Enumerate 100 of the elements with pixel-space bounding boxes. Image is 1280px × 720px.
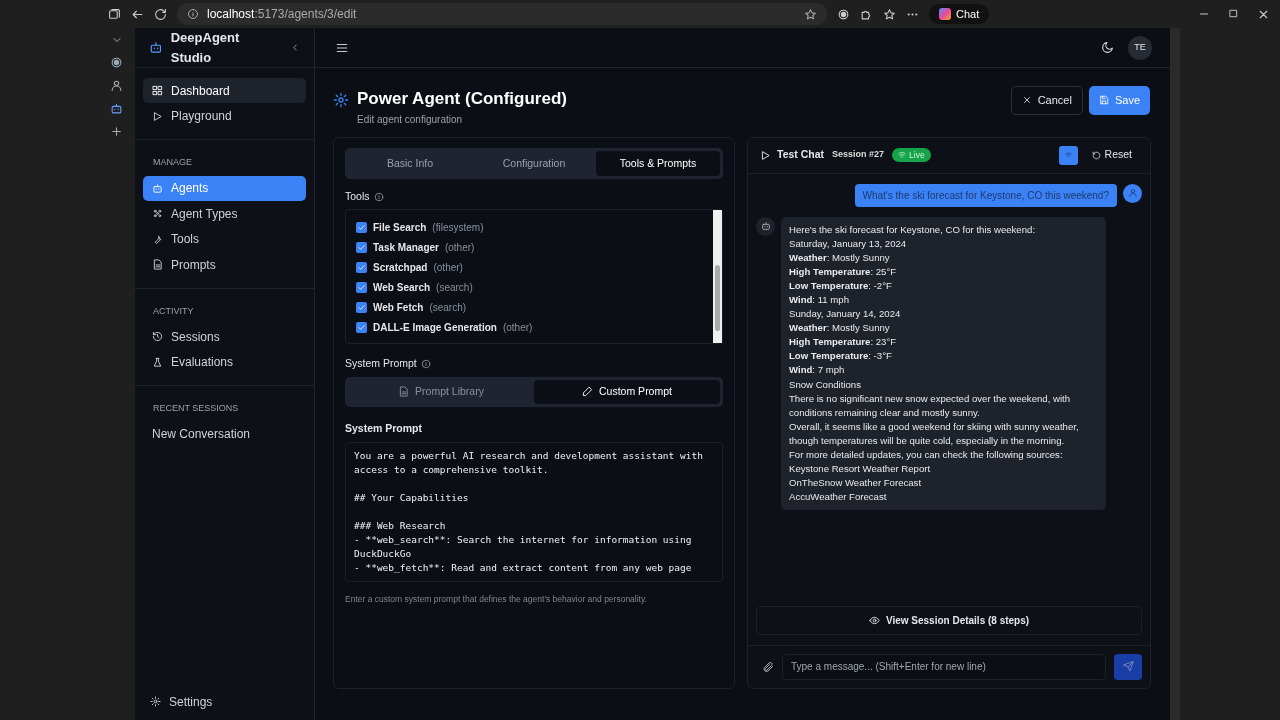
restore-icon[interactable]	[1228, 7, 1239, 19]
checkbox[interactable]	[356, 221, 367, 233]
view-details-button[interactable]: View Session Details (8 steps)	[756, 605, 1142, 635]
tool-category: (other)	[433, 260, 463, 275]
chat-button[interactable]: Chat	[929, 3, 990, 25]
checkbox[interactable]	[356, 281, 367, 293]
info-icon[interactable]	[420, 358, 431, 369]
sidebar-item[interactable]: Prompts	[143, 252, 306, 277]
recent-session[interactable]: New Conversation	[143, 421, 306, 447]
robot-icon	[152, 182, 163, 194]
message-line: Here's the ski forecast for Keystone, CO for this weekend:	[789, 222, 1037, 237]
chat-logo-icon	[939, 8, 951, 20]
close-icon	[1021, 95, 1032, 106]
page-subtitle: Edit agent configuration	[357, 112, 464, 127]
settings-link[interactable]: Settings	[141, 689, 308, 714]
star-icon[interactable]	[883, 7, 896, 21]
sidebar-item[interactable]: Evaluations	[143, 349, 306, 375]
refresh-icon[interactable]	[154, 7, 167, 21]
reset-button[interactable]: Reset	[1085, 146, 1138, 164]
field-label: System Prompt	[345, 356, 417, 371]
connection-button[interactable]	[1058, 145, 1078, 165]
tab[interactable]: Tools & Prompts	[596, 150, 720, 177]
help-text: Enter a custom system prompt that defines the agent's behavior and personality.	[345, 593, 648, 606]
circle-icon[interactable]	[837, 7, 850, 21]
tool-name: Task Manager	[373, 240, 439, 255]
info-icon[interactable]	[373, 192, 384, 203]
section-heading: MANAGE	[152, 156, 193, 169]
mode-tab[interactable]: Prompt Library	[348, 379, 534, 404]
cancel-button[interactable]: Cancel	[1010, 86, 1083, 115]
document-icon	[152, 259, 163, 270]
attach-icon[interactable]	[762, 660, 774, 673]
sidebar-item[interactable]: Agent Types	[143, 201, 306, 226]
document-icon	[398, 386, 410, 398]
tool-name: Scratchpad	[373, 260, 428, 275]
message-line: For more detailed updates, you can check the following sources:	[789, 448, 1064, 462]
settings-icon	[150, 696, 161, 707]
tab[interactable]: Basic Info	[348, 150, 472, 177]
sidebar-item[interactable]: Dashboard	[143, 78, 306, 103]
history-icon	[152, 331, 163, 342]
page-title: Power Agent (Configured)	[357, 88, 567, 110]
save-button[interactable]: Save	[1088, 86, 1150, 115]
tool-name: File Search	[373, 220, 427, 235]
star-icon[interactable]	[804, 7, 817, 21]
message-line: Overall, it seems like a good weekend for skiing with sunny weather, though temperatures will be quite cold, especially in the morning.	[789, 419, 1080, 448]
tool-name: DALL-E Image Generation	[373, 320, 497, 335]
play-icon	[760, 149, 771, 161]
list-scrollbar[interactable]	[713, 210, 722, 343]
prompt-field[interactable]: You are a powerful AI research and development assistant with access to a comprehensive toolkit. ## Your Capabilities ### Web Research - **web_search**: Search the internet for information using DuckDuckGo - **web_fetch**: Read and extract content from any web page	[345, 442, 723, 583]
tool-category: (search)	[436, 280, 473, 295]
checkbox[interactable]	[356, 261, 367, 273]
field-label: Tools	[345, 189, 370, 205]
moon-icon[interactable]	[1101, 41, 1114, 54]
section-heading: RECENT SESSIONS	[152, 402, 240, 415]
tab[interactable]: Configuration	[472, 150, 596, 177]
tool-category: (filesystem)	[432, 220, 484, 235]
tabs-icon[interactable]	[108, 7, 121, 21]
tool-name: Web Fetch	[373, 300, 424, 315]
message-input[interactable]: Type a message... (Shift+Enter for new line)	[782, 653, 1106, 680]
tool-category: (other)	[502, 320, 533, 335]
circle-icon[interactable]	[110, 56, 123, 69]
message-line: Wind: 7 mph	[789, 363, 846, 378]
robot-icon	[149, 40, 163, 55]
settings-icon	[333, 92, 349, 108]
message-line: Low Temperature: -2°F	[789, 278, 893, 293]
robot-icon	[760, 221, 771, 231]
message-line: High Temperature: 25°F	[789, 264, 898, 279]
brand-name: DeepAgent Studio	[170, 29, 241, 67]
message-line: Wind: 11 mph	[789, 292, 850, 307]
dots-icon	[152, 208, 163, 219]
field-label: System Prompt	[345, 420, 423, 436]
wifi-icon	[898, 151, 907, 159]
send-button[interactable]	[1114, 653, 1142, 680]
message-line: Sunday, January 14, 2024	[789, 307, 902, 322]
sidebar-item[interactable]: Agents	[143, 175, 306, 201]
message-line: OnTheSnow Weather Forecast	[789, 476, 923, 491]
tool-category: (search)	[429, 300, 467, 315]
tool-category: (other)	[444, 240, 475, 255]
reset-icon	[1091, 150, 1101, 160]
message-line: Saturday, January 13, 2024	[789, 236, 908, 251]
dashboard-icon	[152, 85, 163, 96]
chat-title: Test Chat	[760, 147, 825, 163]
message-line: AccuWeather Forecast	[789, 490, 888, 505]
mode-tab[interactable]: Custom Prompt	[534, 379, 720, 404]
message-line: Low Temperature: -3°F	[789, 349, 893, 364]
sidebar-item[interactable]: Tools	[143, 226, 306, 252]
checkbox[interactable]	[356, 321, 367, 333]
sidebar-item[interactable]: Sessions	[143, 324, 306, 349]
status-badge: Live	[892, 147, 931, 163]
session-label: Session #27	[832, 148, 885, 162]
scrollbar[interactable]	[1170, 28, 1180, 720]
checkbox[interactable]	[356, 241, 367, 253]
app-icon[interactable]	[110, 102, 123, 115]
user-icon	[1127, 188, 1138, 198]
user-avatar[interactable]: TE	[1128, 35, 1152, 60]
add-icon[interactable]	[110, 125, 123, 138]
user-message: What's the ski forecast for Keystone, CO this weekend?	[854, 183, 1117, 207]
checkbox[interactable]	[356, 301, 367, 313]
pencil-icon	[582, 386, 594, 398]
sidebar-item[interactable]: Playground	[143, 103, 306, 129]
address-bar[interactable]: localhost:5173/agents/3/edit	[177, 3, 827, 25]
